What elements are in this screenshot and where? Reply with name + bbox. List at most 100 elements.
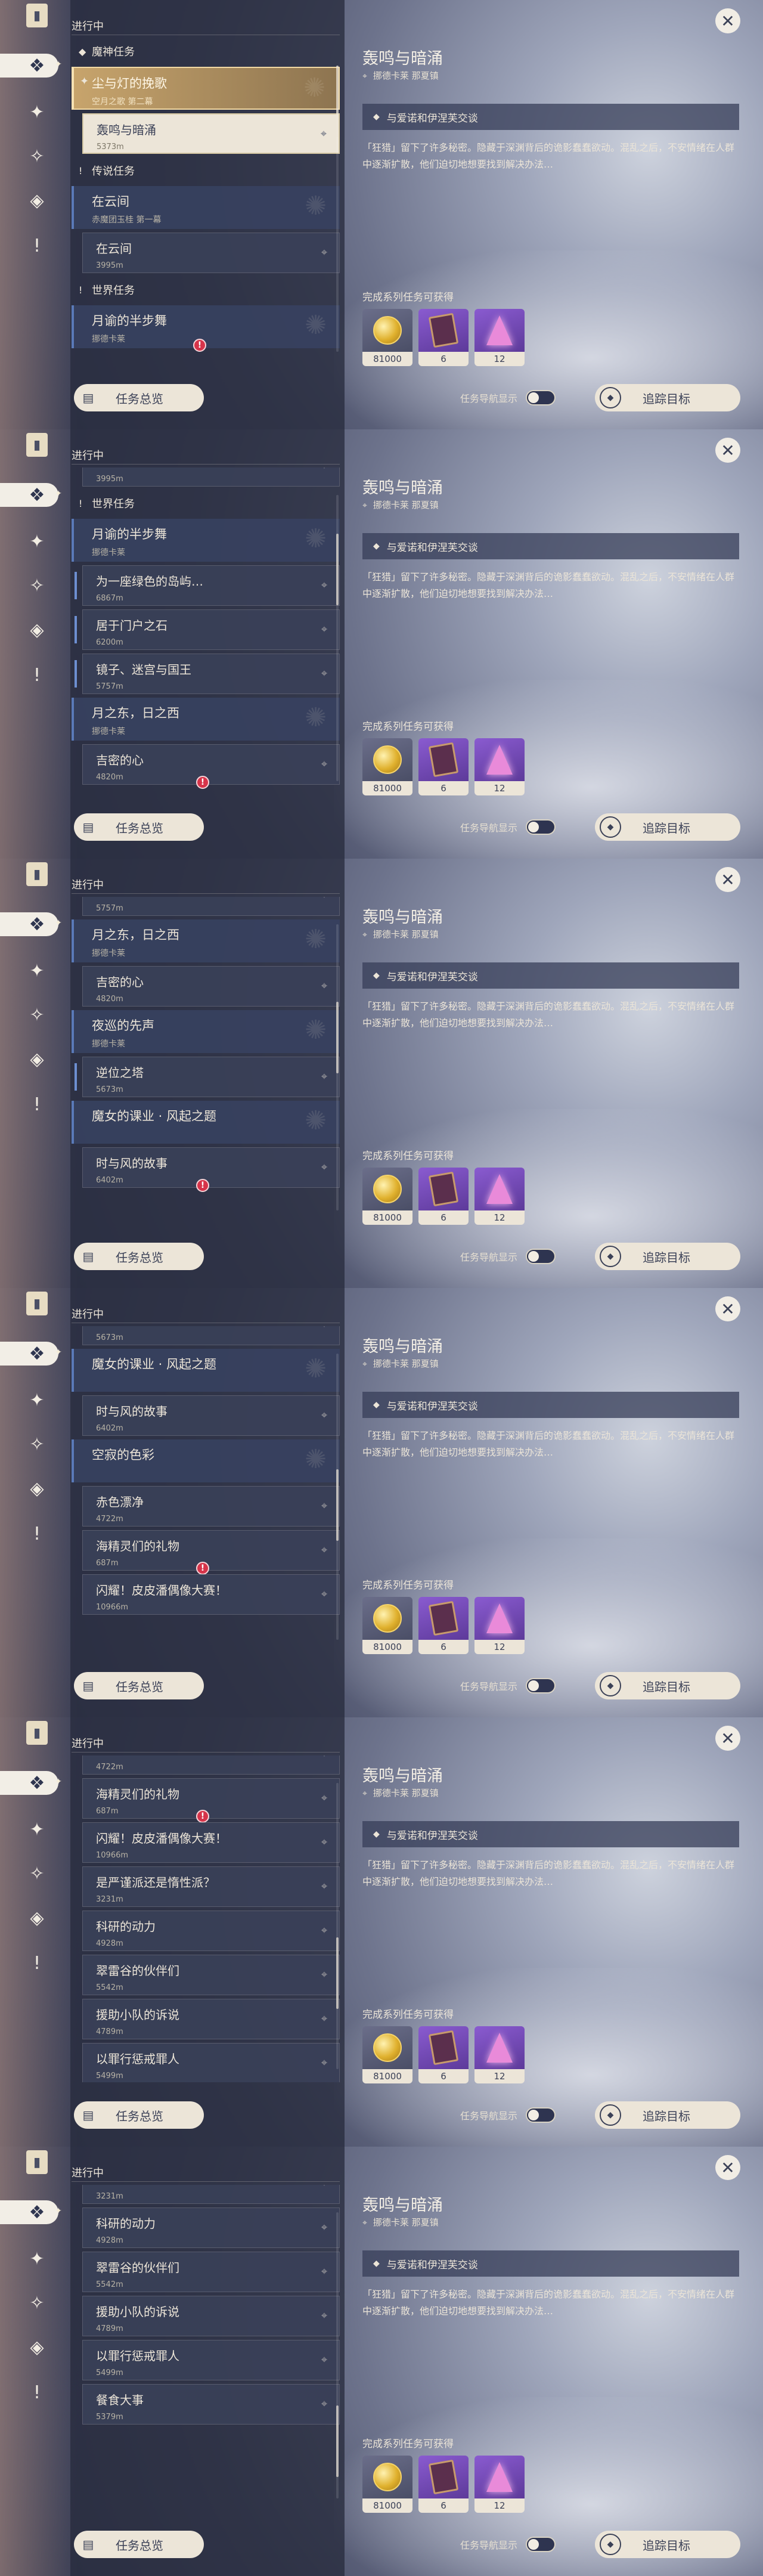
list-scrollbar[interactable] [336, 66, 339, 352]
rail-tab-all-quests[interactable]: ❖ [0, 1339, 62, 1368]
navigation-toggle[interactable] [526, 2537, 556, 2552]
rail-tab-event-quest[interactable]: ! [23, 2378, 51, 2407]
quest-item[interactable]: 轰鸣与暗涌 5373m ⌖ [82, 113, 340, 154]
quest-series-item[interactable]: 月谕的半步舞 挪德卡莱 ✺! [72, 305, 340, 352]
rail-tab-story-quest[interactable]: ✧ [23, 1430, 51, 1459]
quest-series-item[interactable]: 魔女的课业 · 风起之题 ✺ [72, 1101, 340, 1144]
quest-item[interactable]: 援助小队的诉说 4789m ⌖ [82, 2296, 340, 2336]
quest-item[interactable]: 翠雷谷的伙伴们 5542m ⌖ [82, 2252, 340, 2292]
quest-series-item[interactable]: 在云间 赤魔团玉桂 第一幕 ✺ [72, 186, 340, 229]
rail-tab-archon-quest[interactable]: ✦ [23, 1386, 51, 1414]
quest-series-item[interactable]: 月之东，日之西 挪德卡莱 ✺ [72, 698, 340, 741]
rail-tab-event-quest[interactable]: ! [23, 1949, 51, 1977]
quest-item[interactable]: 餐食大事 5379m ⌖ [82, 2384, 340, 2425]
quest-book-tab[interactable]: ▮ [26, 1292, 48, 1315]
rail-tab-all-quests[interactable]: ❖ [0, 51, 62, 80]
reward-item[interactable]: 6 [418, 2456, 469, 2513]
reward-item[interactable]: 81000 [362, 738, 412, 795]
quest-series-item[interactable]: 夜巡的先声 挪德卡莱 ✺ [72, 1010, 340, 1053]
reward-item[interactable]: 6 [418, 738, 469, 795]
reward-item[interactable]: 6 [418, 1597, 469, 1654]
navigation-toggle[interactable] [526, 1249, 556, 1264]
scrollbar-thumb[interactable] [336, 1002, 339, 1073]
track-target-button[interactable]: ◆ 追踪目标 [595, 813, 740, 841]
quest-item[interactable]: 时与风的故事 6402m ⌖! [82, 1147, 340, 1192]
quest-overview-button[interactable]: ▤ 任务总览 [74, 813, 204, 841]
rail-tab-archon-quest[interactable]: ✦ [23, 1815, 51, 1844]
rail-tab-story-quest[interactable]: ✧ [23, 2289, 51, 2317]
quest-item[interactable]: 居于门户之石 6200m ⌖ [75, 609, 340, 650]
quest-item[interactable]: 赤色漂净 4722m ⌖ [82, 1486, 340, 1527]
list-scrollbar[interactable] [336, 495, 339, 781]
rail-tab-archon-quest[interactable]: ✦ [23, 2244, 51, 2273]
list-scrollbar[interactable] [336, 1783, 339, 2069]
rail-tab-all-quests[interactable]: ❖ [0, 481, 62, 509]
quest-item[interactable]: 在云间 3995m ⌖ [82, 467, 340, 487]
reward-item[interactable]: 6 [418, 309, 469, 366]
quest-item[interactable]: 时与风的故事 6402m ⌖ [82, 1395, 340, 1436]
quest-item[interactable]: 逆位之塔 5673m ⌖ [82, 1326, 340, 1345]
quest-overview-button[interactable]: ▤ 任务总览 [74, 384, 204, 411]
scrollbar-thumb[interactable] [336, 1937, 339, 2009]
reward-item[interactable]: 81000 [362, 1597, 412, 1654]
reward-item[interactable]: 12 [474, 738, 525, 795]
rail-tab-story-quest[interactable]: ✧ [23, 1859, 51, 1888]
reward-item[interactable]: 6 [418, 1168, 469, 1225]
reward-item[interactable]: 81000 [362, 1168, 412, 1225]
quest-series-item[interactable]: 月之东，日之西 挪德卡莱 ✺ [72, 919, 340, 962]
quest-item[interactable]: 吉密的心 4820m ⌖! [82, 744, 340, 789]
quest-book-tab[interactable]: ▮ [26, 1721, 48, 1745]
quest-book-tab[interactable]: ▮ [26, 4, 48, 27]
quest-item[interactable]: 以罪行惩戒罪人 5499m ⌖ [82, 2043, 340, 2082]
quest-book-tab[interactable]: ▮ [26, 862, 48, 886]
quest-item[interactable]: 海精灵们的礼物 687m ⌖! [82, 1778, 340, 1823]
reward-item[interactable]: 6 [418, 2026, 469, 2083]
quest-overview-button[interactable]: ▤ 任务总览 [74, 2531, 204, 2558]
quest-item[interactable]: 赤色漂净 4722m ⌖ [82, 1755, 340, 1775]
reward-item[interactable]: 12 [474, 309, 525, 366]
quest-series-item[interactable]: ✦ 尘与灯的挽歌 空月之歌 第二幕 ✺ [72, 67, 340, 110]
rail-tab-event-quest[interactable]: ! [23, 231, 51, 260]
quest-item[interactable]: 吉密的心 4820m ⌖ [82, 966, 340, 1007]
navigation-toggle[interactable] [526, 390, 556, 405]
quest-overview-button[interactable]: ▤ 任务总览 [74, 2101, 204, 2129]
rail-tab-event-quest[interactable]: ! [23, 1519, 51, 1548]
quest-item[interactable]: 援助小队的诉说 4789m ⌖ [82, 1999, 340, 2039]
quest-series-item[interactable]: 月谕的半步舞 挪德卡莱 ✺ [72, 519, 340, 562]
track-target-button[interactable]: ◆ 追踪目标 [595, 2531, 740, 2558]
rail-tab-event-quest[interactable]: ! [23, 661, 51, 689]
navigation-toggle[interactable] [526, 1678, 556, 1693]
quest-item[interactable]: 是严谨派还是惰性派？ 3231m ⌖ [82, 1866, 340, 1907]
reward-item[interactable]: 81000 [362, 2026, 412, 2083]
quest-item[interactable]: 闪耀！皮皮潘偶像大赛！ 10966m ⌖ [82, 1574, 340, 1615]
rail-tab-story-quest[interactable]: ✧ [23, 571, 51, 600]
quest-item[interactable]: 为一座绿色的岛屿… 6867m ⌖ [75, 565, 340, 606]
quest-item[interactable]: 科研的动力 4928m ⌖ [82, 2207, 340, 2248]
scrollbar-thumb[interactable] [336, 66, 339, 137]
quest-overview-button[interactable]: ▤ 任务总览 [74, 1672, 204, 1699]
scrollbar-thumb[interactable] [336, 1469, 339, 1541]
quest-book-tab[interactable]: ▮ [26, 433, 48, 457]
rail-tab-world-quest[interactable]: ◈ [23, 2333, 51, 2361]
quest-item[interactable]: 是严谨派还是惰性派？3231m⌖! [82, 2185, 340, 2204]
rail-tab-all-quests[interactable]: ❖ [0, 1769, 62, 1797]
reward-item[interactable]: 12 [474, 2026, 525, 2083]
rail-tab-world-quest[interactable]: ◈ [23, 1474, 51, 1503]
rail-tab-world-quest[interactable]: ◈ [23, 186, 51, 215]
rail-tab-all-quests[interactable]: ❖ [0, 910, 62, 939]
track-target-button[interactable]: ◆ 追踪目标 [595, 1243, 740, 1270]
track-target-button[interactable]: ◆ 追踪目标 [595, 2101, 740, 2129]
quest-series-item[interactable]: 空寂的色彩 ✺ [72, 1439, 340, 1482]
rail-tab-story-quest[interactable]: ✧ [23, 142, 51, 171]
list-scrollbar[interactable] [336, 2212, 339, 2498]
rail-tab-world-quest[interactable]: ◈ [23, 615, 51, 644]
navigation-toggle[interactable] [526, 2107, 556, 2123]
rail-tab-world-quest[interactable]: ◈ [23, 1903, 51, 1932]
quest-item[interactable]: 翠雷谷的伙伴们 5542m ⌖ [82, 1955, 340, 1995]
quest-series-item[interactable]: 魔女的课业 · 风起之题 ✺ [72, 1349, 340, 1392]
rail-tab-world-quest[interactable]: ◈ [23, 1045, 51, 1073]
quest-item[interactable]: 逆位之塔 5673m ⌖ [75, 1057, 340, 1097]
scrollbar-thumb[interactable] [336, 534, 339, 605]
quest-overview-button[interactable]: ▤ 任务总览 [74, 1243, 204, 1270]
list-scrollbar[interactable] [336, 1354, 339, 1640]
